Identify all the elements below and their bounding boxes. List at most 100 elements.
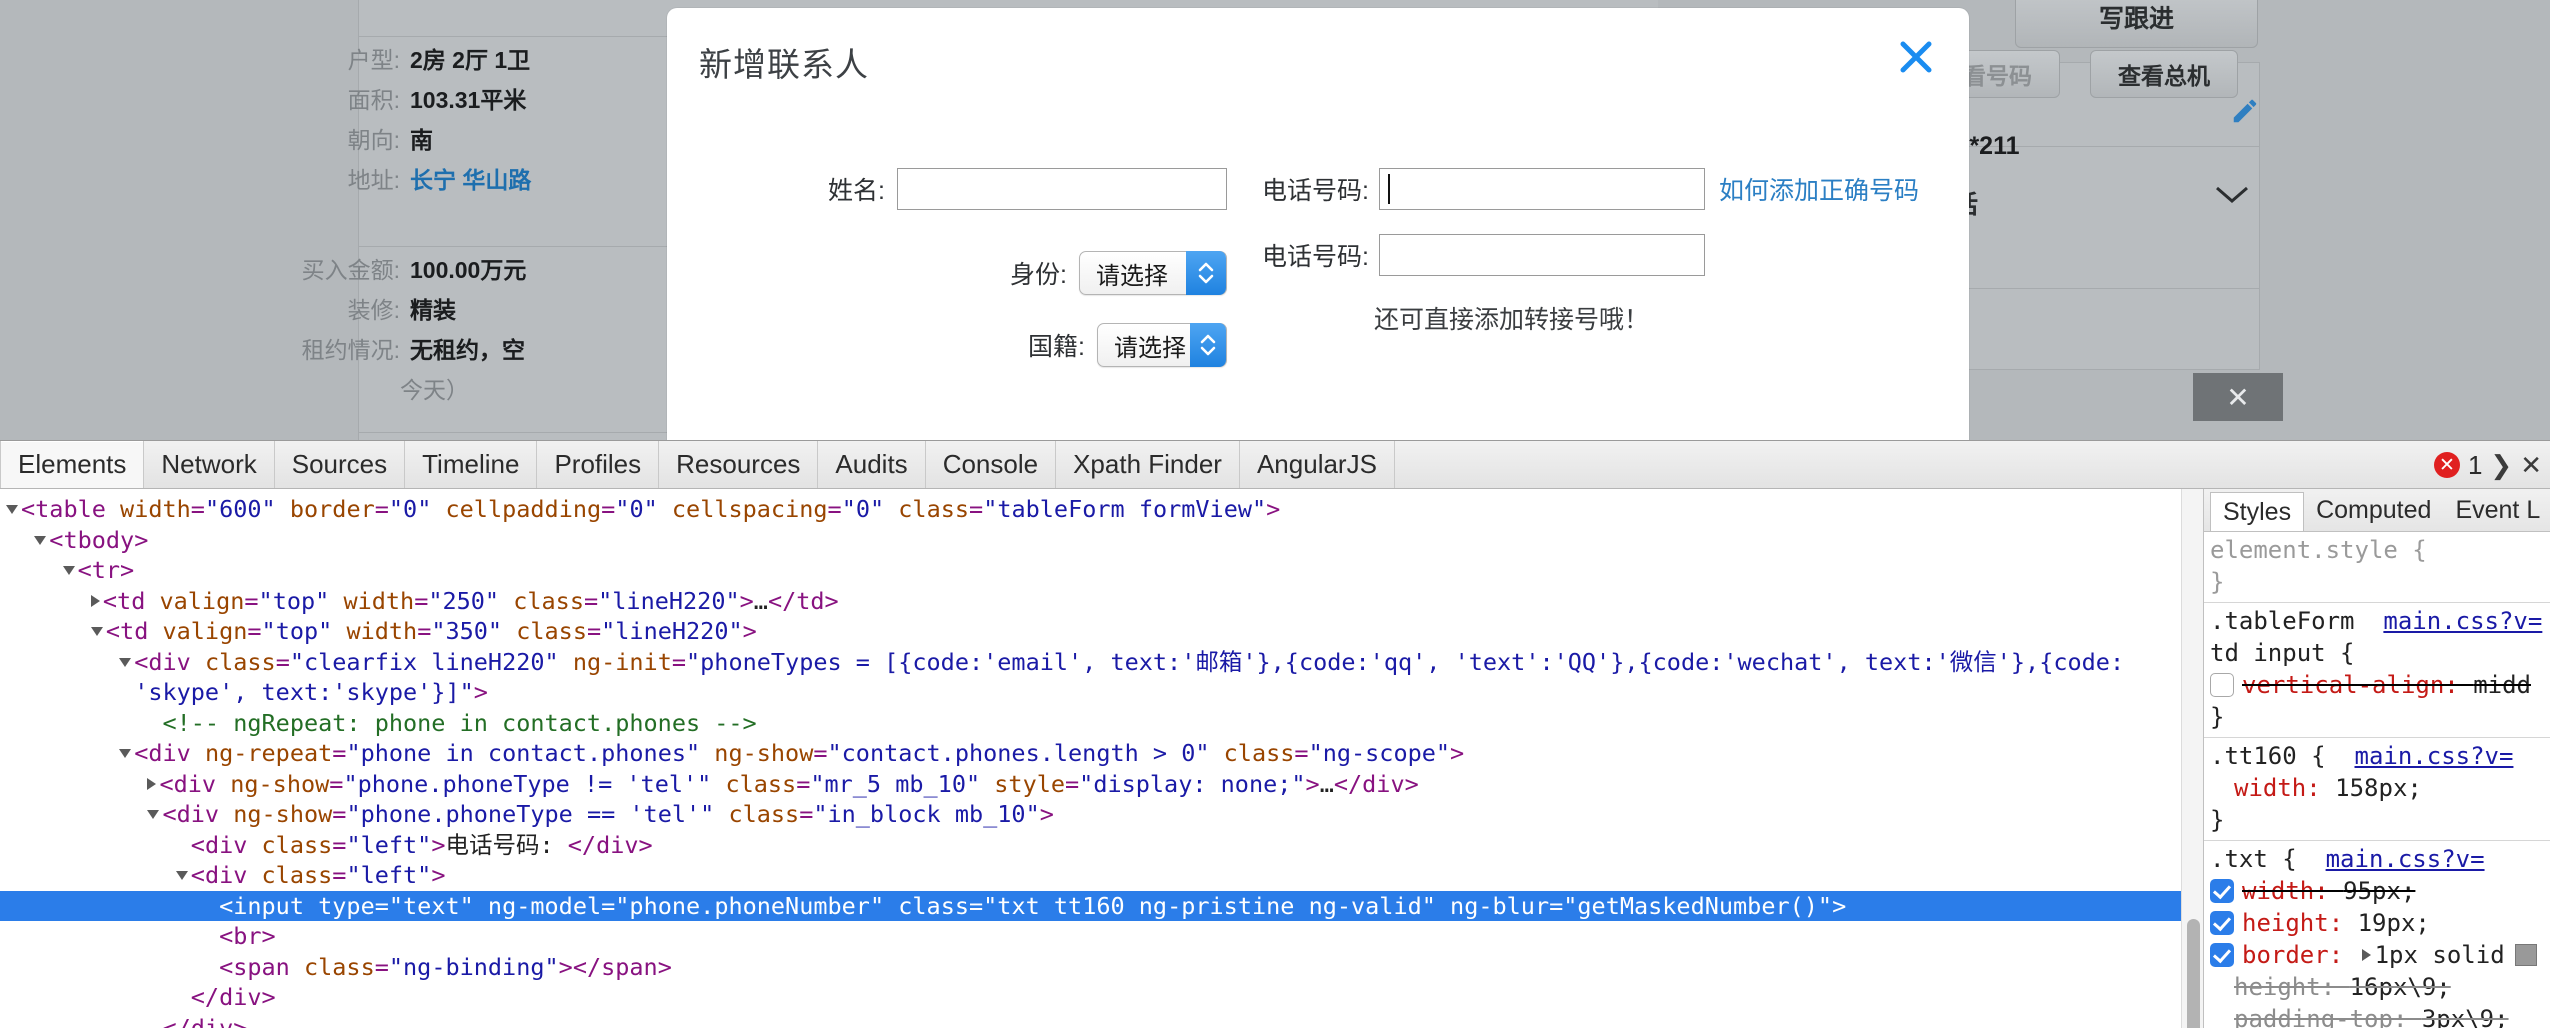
error-circle-icon[interactable]: ✕ [2433, 452, 2460, 478]
dom-node[interactable]: <table width="600" border="0" cellpaddin… [0, 494, 2203, 525]
devtools-tab-angularjs[interactable]: AngularJS [1240, 441, 1395, 488]
devtools-tab-xpath-finder[interactable]: Xpath Finder [1056, 441, 1240, 488]
name-input[interactable] [897, 168, 1227, 210]
detail-row: 买入金额: 100.00万元 [238, 250, 527, 290]
close-icon[interactable]: ✕ [2520, 450, 2542, 481]
dom-tree-pane[interactable]: <table width="600" border="0" cellpaddin… [0, 489, 2204, 1028]
dom-token: </ [767, 586, 797, 615]
styles-tab-event-l[interactable]: Event L [2443, 489, 2550, 531]
contact-side-card [1960, 62, 2260, 370]
disclosure-triangle-icon[interactable] [90, 627, 103, 636]
dom-node[interactable]: <div class="left"> [0, 860, 2203, 891]
devtools-tab-profiles[interactable]: Profiles [537, 441, 660, 488]
dom-token: = [275, 647, 290, 676]
dom-token: = [244, 586, 259, 615]
disclosure-triangle-icon[interactable] [119, 657, 132, 667]
disclosure-triangle-icon[interactable] [62, 566, 75, 575]
style-source-link[interactable]: main.css?v= [2383, 607, 2542, 635]
dom-node[interactable]: <tbody> [0, 525, 2203, 556]
dom-token: border [275, 495, 375, 523]
view-switchboard-button[interactable]: 查看总机 [2090, 50, 2238, 98]
style-source-link[interactable]: main.css?v= [2355, 742, 2514, 770]
address-link[interactable]: 长宁 华山路 [410, 160, 531, 200]
disclosure-triangle-icon[interactable] [147, 777, 157, 790]
scrollbar-thumb[interactable] [2187, 919, 2200, 1028]
nationality-select[interactable]: 请选择 [1097, 323, 1227, 367]
dom-node[interactable]: <br> [0, 921, 2203, 952]
dom-node[interactable]: <span class="ng-binding"></span> [0, 952, 2203, 983]
dom-node[interactable]: </div> [0, 982, 2203, 1013]
style-declaration[interactable]: height: 19px; [2204, 907, 2550, 939]
dom-node[interactable]: <div ng-show="phone.phoneType == 'tel'" … [0, 799, 2203, 830]
color-swatch-icon[interactable] [2514, 944, 2537, 966]
dom-node[interactable]: <!-- ngRepeat: phone in contact.phones -… [0, 708, 2203, 739]
disclosure-triangle-icon[interactable] [34, 535, 47, 545]
disclosure-triangle-icon[interactable] [175, 871, 188, 880]
declaration-checkbox[interactable] [2210, 911, 2234, 935]
phone2-input[interactable] [1378, 234, 1705, 276]
devtools-tab-audits[interactable]: Audits [818, 441, 926, 488]
dom-node-selected[interactable]: <input type="text" ng-model="phone.phone… [0, 890, 2203, 921]
devtools-tab-console[interactable]: Console [926, 441, 1057, 488]
devtools-toolbar-right: ✕ 1 ❯ ✕ [2433, 441, 2542, 489]
chevron-down-icon[interactable] [2215, 185, 2249, 205]
dom-token: ng-show [219, 800, 333, 828]
chevron-right-icon[interactable]: ❯ [2490, 450, 2512, 481]
style-rule[interactable]: .txt { main.css?v= width: 95px; height: 19… [2204, 841, 2550, 1028]
styles-tab-styles[interactable]: Styles [2210, 492, 2305, 531]
dom-node[interactable]: <td valign="top" width="250" class="line… [0, 586, 2203, 617]
style-rule[interactable]: .tt160 { main.css?v= width: 158px;} [2204, 738, 2550, 841]
identity-select[interactable]: 请选择 [1079, 251, 1227, 295]
dom-node[interactable]: <td valign="top" width="350" class="line… [0, 616, 2203, 647]
styles-tab-computed[interactable]: Computed [2304, 489, 2443, 531]
phone1-input[interactable] [1378, 168, 1705, 210]
dom-token: < [49, 525, 64, 554]
disclosure-triangle-icon[interactable] [90, 594, 100, 607]
expand-triangle-icon[interactable] [2361, 949, 2371, 961]
style-declaration[interactable]: width: 158px; [2204, 772, 2550, 804]
style-declaration[interactable]: width: 95px; [2204, 875, 2550, 907]
detail-row: 朝向: 南 [280, 120, 531, 160]
devtools-tab-network[interactable]: Network [144, 441, 275, 488]
style-source-link[interactable]: main.css?v= [2326, 845, 2485, 873]
disclosure-triangle-icon[interactable] [119, 749, 132, 758]
write-followup-button[interactable]: 写跟进 [2015, 0, 2258, 48]
declaration-checkbox[interactable] [2210, 673, 2234, 697]
dom-token: > [261, 922, 276, 950]
dom-node[interactable]: <tr> [0, 555, 2203, 586]
detail-row: 面积: 103.31平米 [280, 80, 531, 120]
dom-token: table [35, 495, 106, 523]
style-declaration[interactable]: height: 16px\9; [2204, 971, 2550, 1003]
dom-token: td [120, 617, 149, 645]
dom-node[interactable]: <div class="clearfix lineH220" ng-init="… [0, 647, 2203, 678]
style-rule-element-style[interactable]: element.style {} [2204, 532, 2550, 603]
dom-node[interactable]: <div ng-show="phone.phoneType != 'tel'" … [0, 769, 2203, 800]
dom-tree[interactable]: <table width="600" border="0" cellpaddin… [0, 489, 2203, 1028]
dom-node[interactable]: <div ng-repeat="phone in contact.phones"… [0, 738, 2203, 769]
how-to-add-number-link[interactable]: 如何添加正确号码 [1719, 171, 1919, 207]
dom-token: class [714, 800, 800, 828]
close-icon[interactable]: ✕ [2193, 373, 2283, 421]
declaration-checkbox[interactable] [2210, 943, 2234, 967]
disclosure-triangle-icon[interactable] [6, 505, 18, 514]
dom-tree-scrollbar[interactable] [2181, 489, 2203, 1028]
devtools-tab-resources[interactable]: Resources [659, 441, 819, 488]
dom-token: = [583, 586, 599, 615]
detail-label: 装修: [347, 297, 400, 323]
style-declaration[interactable]: padding-top: 3px\9; [2204, 1003, 2550, 1028]
dom-node[interactable]: </div> [0, 1013, 2203, 1028]
disclosure-triangle-icon[interactable] [147, 810, 160, 819]
dom-node[interactable]: <div class="left">电话号码: </div> [0, 830, 2203, 861]
style-declaration[interactable]: vertical-align: midd [2204, 669, 2550, 701]
devtools-tab-sources[interactable]: Sources [275, 441, 406, 488]
style-rule[interactable]: .tableForm main.css?v= td input {vertical… [2204, 603, 2550, 738]
close-icon[interactable] [1893, 34, 1939, 80]
devtools-tab-timeline[interactable]: Timeline [405, 441, 538, 488]
pencil-icon[interactable] [2230, 96, 2260, 133]
dom-token: < [219, 922, 234, 950]
declaration-checkbox[interactable] [2210, 879, 2234, 903]
style-declaration[interactable]: border: 1px solid [2204, 939, 2550, 971]
styles-content[interactable]: element.style {} .tableForm main.css?v= td… [2204, 532, 2550, 1028]
dom-node[interactable]: 'skype', text:'skype'}]"> [0, 677, 2203, 708]
devtools-tab-elements[interactable]: Elements [0, 441, 145, 488]
